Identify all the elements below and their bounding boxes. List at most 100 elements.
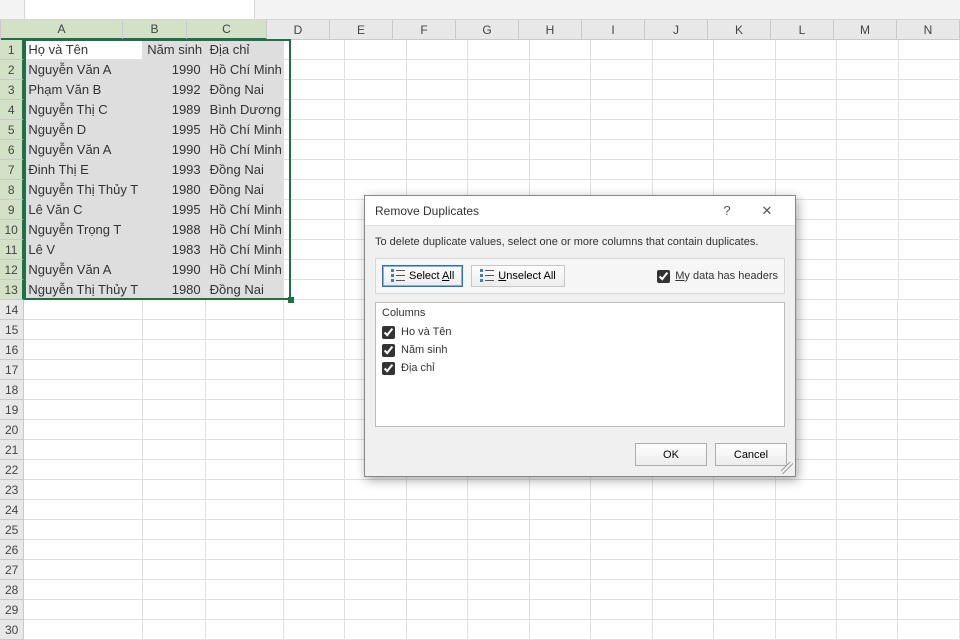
cell-A14[interactable] [24,300,143,320]
cell-B25[interactable] [143,520,205,540]
cell-G1[interactable] [468,40,529,60]
column-header-H[interactable]: H [519,20,582,40]
column-header-F[interactable]: F [393,20,456,40]
columns-listbox[interactable]: Columns Ho và TênNăm sinhĐịa chỉ [375,302,785,427]
cell-M12[interactable] [837,260,898,280]
cell-L5[interactable] [776,120,837,140]
cell-B7[interactable]: 1993 [143,160,205,180]
cell-L29[interactable] [776,600,837,620]
cell-K2[interactable] [714,60,775,80]
row-header-13[interactable]: 13 [0,280,24,300]
cell-D28[interactable] [284,580,345,600]
cell-N22[interactable] [898,460,959,480]
cell-H24[interactable] [530,500,591,520]
cell-N15[interactable] [898,320,959,340]
cell-C18[interactable] [206,380,284,400]
cell-A3[interactable]: Phạm Văn B [24,80,143,100]
cell-D21[interactable] [284,440,345,460]
cell-B6[interactable]: 1990 [143,140,205,160]
cell-B8[interactable]: 1980 [143,180,205,200]
cell-D24[interactable] [284,500,345,520]
cell-B5[interactable]: 1995 [143,120,205,140]
cell-D19[interactable] [284,400,345,420]
row-header-24[interactable]: 24 [0,500,24,520]
cell-B1[interactable]: Năm sinh [143,40,205,60]
cell-G2[interactable] [468,60,529,80]
cell-E4[interactable] [345,100,406,120]
cell-H25[interactable] [530,520,591,540]
cell-A30[interactable] [24,620,143,640]
cell-B15[interactable] [143,320,205,340]
cell-N1[interactable] [899,40,960,60]
cell-K23[interactable] [714,480,775,500]
cell-G29[interactable] [468,600,529,620]
cell-H23[interactable] [530,480,591,500]
cell-C20[interactable] [206,420,284,440]
row-header-9[interactable]: 9 [0,200,24,220]
cell-N19[interactable] [898,400,959,420]
column-item-checkbox[interactable] [382,344,395,357]
row-header-28[interactable]: 28 [0,580,24,600]
cell-H1[interactable] [530,40,591,60]
cell-L1[interactable] [776,40,837,60]
row-header-17[interactable]: 17 [0,360,24,380]
row-header-27[interactable]: 27 [0,560,24,580]
column-item-2[interactable]: Địa chỉ [382,359,778,377]
cell-N21[interactable] [898,440,959,460]
row-header-18[interactable]: 18 [0,380,24,400]
cell-L27[interactable] [776,560,837,580]
cell-M15[interactable] [837,320,898,340]
cell-D2[interactable] [284,60,345,80]
row-header-20[interactable]: 20 [0,420,24,440]
cell-I2[interactable] [591,60,652,80]
cell-M4[interactable] [837,100,898,120]
column-item-checkbox[interactable] [382,362,395,375]
row-header-15[interactable]: 15 [0,320,24,340]
cell-G7[interactable] [468,160,529,180]
cell-I29[interactable] [591,600,652,620]
cell-C9[interactable]: Hồ Chí Minh [206,200,284,220]
cell-H5[interactable] [530,120,591,140]
cell-A21[interactable] [24,440,143,460]
cell-F7[interactable] [407,160,468,180]
cell-C6[interactable]: Hồ Chí Minh [206,140,284,160]
cell-M16[interactable] [837,340,898,360]
cell-B10[interactable]: 1988 [143,220,205,240]
cell-A8[interactable]: Nguyễn Thị Thủy T [24,180,143,200]
cell-M29[interactable] [837,600,898,620]
cell-F26[interactable] [407,540,468,560]
cell-A1[interactable]: Họ và Tên [24,40,143,60]
cell-C10[interactable]: Hồ Chí Minh [206,220,284,240]
cell-J27[interactable] [653,560,714,580]
cell-G23[interactable] [468,480,529,500]
row-header-19[interactable]: 19 [0,400,24,420]
cell-K3[interactable] [714,80,775,100]
cell-A24[interactable] [24,500,143,520]
cell-E27[interactable] [345,560,406,580]
cell-E5[interactable] [345,120,406,140]
cell-J28[interactable] [653,580,714,600]
cell-D9[interactable] [284,200,345,220]
cell-L6[interactable] [776,140,837,160]
cell-H2[interactable] [530,60,591,80]
cell-C4[interactable]: Bình Dương [206,100,284,120]
cell-M6[interactable] [837,140,898,160]
cell-B4[interactable]: 1989 [143,100,205,120]
cell-B26[interactable] [143,540,205,560]
cell-I26[interactable] [591,540,652,560]
cell-B21[interactable] [143,440,205,460]
cell-N29[interactable] [898,600,959,620]
cell-N27[interactable] [898,560,959,580]
cell-K24[interactable] [714,500,775,520]
row-header-8[interactable]: 8 [0,180,24,200]
cell-B20[interactable] [143,420,205,440]
ok-button[interactable]: OK [635,443,707,466]
cell-A17[interactable] [24,360,143,380]
cell-M8[interactable] [837,180,898,200]
cell-D3[interactable] [284,80,345,100]
cell-J26[interactable] [653,540,714,560]
cell-K4[interactable] [714,100,775,120]
cell-C27[interactable] [206,560,284,580]
cell-F5[interactable] [407,120,468,140]
headers-checkbox-wrap[interactable]: My data has headers [657,270,778,283]
